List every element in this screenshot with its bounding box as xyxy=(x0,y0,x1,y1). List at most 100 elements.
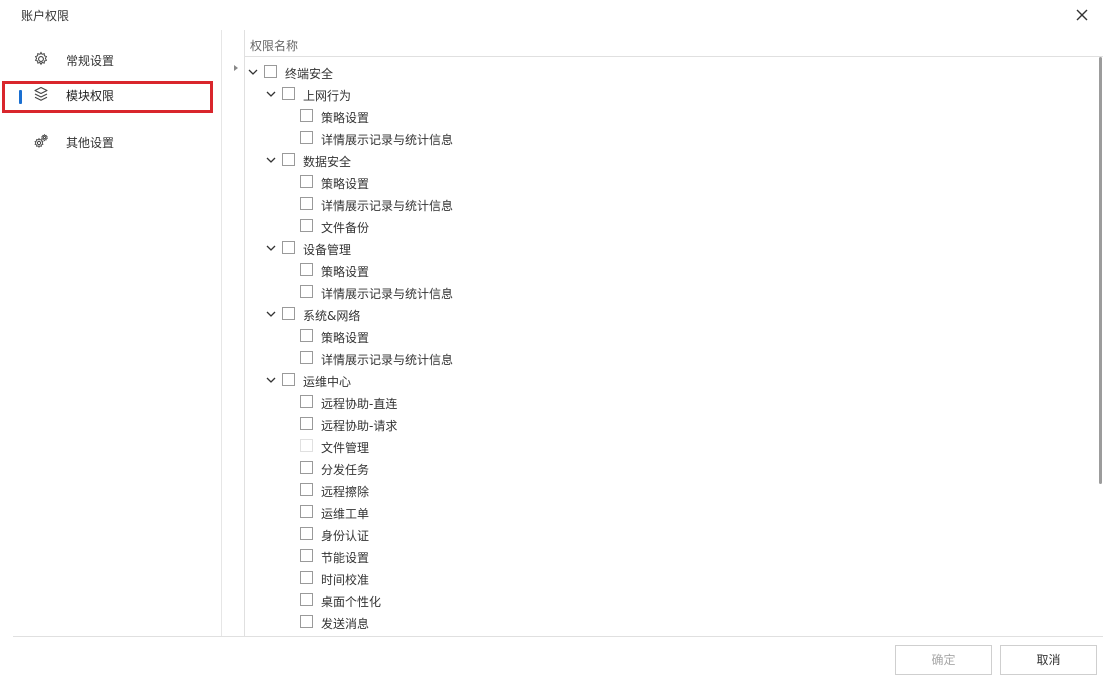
dialog-title: 账户权限 xyxy=(21,9,70,23)
tree-group-row[interactable]: 数据安全 xyxy=(222,149,1092,171)
checkbox[interactable] xyxy=(300,461,313,474)
checkbox[interactable] xyxy=(300,351,313,364)
checkbox[interactable] xyxy=(264,65,277,78)
tree-leaf-row[interactable]: 策略设置 xyxy=(222,325,1092,347)
scrollbar-thumb[interactable] xyxy=(1099,57,1102,484)
checkbox[interactable] xyxy=(300,417,313,430)
tree-leaf-row[interactable]: 远程协助-请求 xyxy=(222,413,1092,435)
chevron-down-icon[interactable] xyxy=(265,88,277,100)
tree-item-label: 时间校准 xyxy=(321,573,370,587)
tree-leaf-row[interactable]: 策略设置 xyxy=(222,105,1092,127)
tree-item-label: 策略设置 xyxy=(321,177,370,191)
sidebar-item-label: 常规设置 xyxy=(66,54,115,68)
tree-leaf-row[interactable]: 详情展示记录与统计信息 xyxy=(222,127,1092,149)
gears-icon xyxy=(34,133,48,149)
tree-item-label: 文件备份 xyxy=(321,221,370,235)
tree-leaf-row[interactable]: 时间校准 xyxy=(222,567,1092,589)
tree-item-label: 远程擦除 xyxy=(321,485,370,499)
cancel-button[interactable]: 取消 xyxy=(1000,645,1097,675)
tree-group-row[interactable]: 终端安全 xyxy=(222,61,1092,83)
vertical-scrollbar[interactable] xyxy=(1099,57,1103,636)
tree-item-label: 分发任务 xyxy=(321,463,370,477)
tree-item-label: 数据安全 xyxy=(303,155,352,169)
tree-item-label: 节能设置 xyxy=(321,551,370,565)
checkbox[interactable] xyxy=(300,483,313,496)
checkbox[interactable] xyxy=(300,263,313,276)
checkbox[interactable] xyxy=(300,439,313,452)
chevron-down-icon[interactable] xyxy=(265,308,277,320)
sidebar-item-general-settings[interactable]: 常规设置 xyxy=(0,38,222,78)
tree-item-label: 运维工单 xyxy=(321,507,370,521)
column-header-label: 权限名称 xyxy=(250,39,299,53)
tree-leaf-row[interactable]: 身份认证 xyxy=(222,523,1092,545)
checkbox[interactable] xyxy=(300,329,313,342)
sidebar-item-other-settings[interactable]: 其他设置 xyxy=(0,120,222,160)
tree-item-label: 身份认证 xyxy=(321,529,370,543)
sidebar: 常规设置 模块权限 其他设置 xyxy=(0,30,222,636)
tree-item-label: 远程协助-直连 xyxy=(321,397,398,411)
checkbox[interactable] xyxy=(300,109,313,122)
checkbox[interactable] xyxy=(300,593,313,606)
tree-item-label: 文件管理 xyxy=(321,441,370,455)
checkbox[interactable] xyxy=(300,285,313,298)
tree-leaf-row[interactable]: 桌面个性化 xyxy=(222,589,1092,611)
checkbox[interactable] xyxy=(300,175,313,188)
tree-item-label: 上网行为 xyxy=(303,89,352,103)
checkbox[interactable] xyxy=(300,527,313,540)
gear-icon xyxy=(34,51,48,66)
tree-leaf-row[interactable]: 分发任务 xyxy=(222,457,1092,479)
checkbox[interactable] xyxy=(300,549,313,562)
tree-item-label: 策略设置 xyxy=(321,265,370,279)
checkbox[interactable] xyxy=(282,153,295,166)
sidebar-item-label: 其他设置 xyxy=(66,136,115,150)
tree-group-row[interactable]: 设备管理 xyxy=(222,237,1092,259)
checkbox[interactable] xyxy=(300,395,313,408)
checkbox[interactable] xyxy=(300,219,313,232)
footer-divider xyxy=(13,636,1103,637)
checkbox[interactable] xyxy=(300,571,313,584)
tree-item-label: 策略设置 xyxy=(321,111,370,125)
tree-item-label: 系统&网络 xyxy=(303,309,361,323)
tree-group-row[interactable]: 运维中心 xyxy=(222,369,1092,391)
title-bar: 账户权限 xyxy=(0,0,1103,30)
checkbox[interactable] xyxy=(300,131,313,144)
tree-leaf-row[interactable]: 详情展示记录与统计信息 xyxy=(222,281,1092,303)
tree-item-label: 远程协助-请求 xyxy=(321,419,398,433)
tree-group-row[interactable]: 系统&网络 xyxy=(222,303,1092,325)
tree-leaf-row[interactable]: 文件备份 xyxy=(222,215,1092,237)
checkbox[interactable] xyxy=(300,197,313,210)
chevron-down-icon[interactable] xyxy=(247,66,259,78)
tree-leaf-row[interactable]: 远程擦除 xyxy=(222,479,1092,501)
permissions-tree: 终端安全 上网行为 策略设置 详情展示记录与统计信息 数据安全 策略设置 详情展示记录与统计… xyxy=(222,57,1098,636)
tree-leaf-row[interactable]: 远程协助-直连 xyxy=(222,391,1092,413)
tree-leaf-row[interactable]: 策略设置 xyxy=(222,259,1092,281)
tree-group-row[interactable]: 上网行为 xyxy=(222,83,1092,105)
close-icon xyxy=(1076,9,1088,21)
ok-button[interactable]: 确定 xyxy=(895,645,992,675)
tree-leaf-row[interactable]: 发送消息 xyxy=(222,611,1092,633)
checkbox[interactable] xyxy=(282,87,295,100)
checkbox[interactable] xyxy=(282,241,295,254)
tree-leaf-row[interactable]: 节能设置 xyxy=(222,545,1092,567)
tree-item-label: 发送消息 xyxy=(321,617,370,631)
tree-item-label: 详情展示记录与统计信息 xyxy=(321,133,454,147)
tree-item-label: 终端安全 xyxy=(285,67,334,81)
checkbox[interactable] xyxy=(282,307,295,320)
selection-highlight-box xyxy=(2,81,213,113)
chevron-down-icon[interactable] xyxy=(265,374,277,386)
close-button[interactable] xyxy=(1071,4,1093,26)
checkbox[interactable] xyxy=(300,615,313,628)
tree-leaf-row[interactable]: 文件管理 xyxy=(222,435,1092,457)
checkbox[interactable] xyxy=(300,505,313,518)
tree-leaf-row[interactable]: 运维工单 xyxy=(222,501,1092,523)
tree-item-label: 运维中心 xyxy=(303,375,352,389)
tree-item-label: 桌面个性化 xyxy=(321,595,382,609)
tree-leaf-row[interactable]: 详情展示记录与统计信息 xyxy=(222,193,1092,215)
checkbox[interactable] xyxy=(282,373,295,386)
chevron-down-icon[interactable] xyxy=(265,154,277,166)
tree-leaf-row[interactable]: 策略设置 xyxy=(222,171,1092,193)
tree-leaf-row[interactable]: 详情展示记录与统计信息 xyxy=(222,347,1092,369)
tree-item-label: 设备管理 xyxy=(303,243,352,257)
chevron-down-icon[interactable] xyxy=(265,242,277,254)
tree-item-label: 详情展示记录与统计信息 xyxy=(321,353,454,367)
